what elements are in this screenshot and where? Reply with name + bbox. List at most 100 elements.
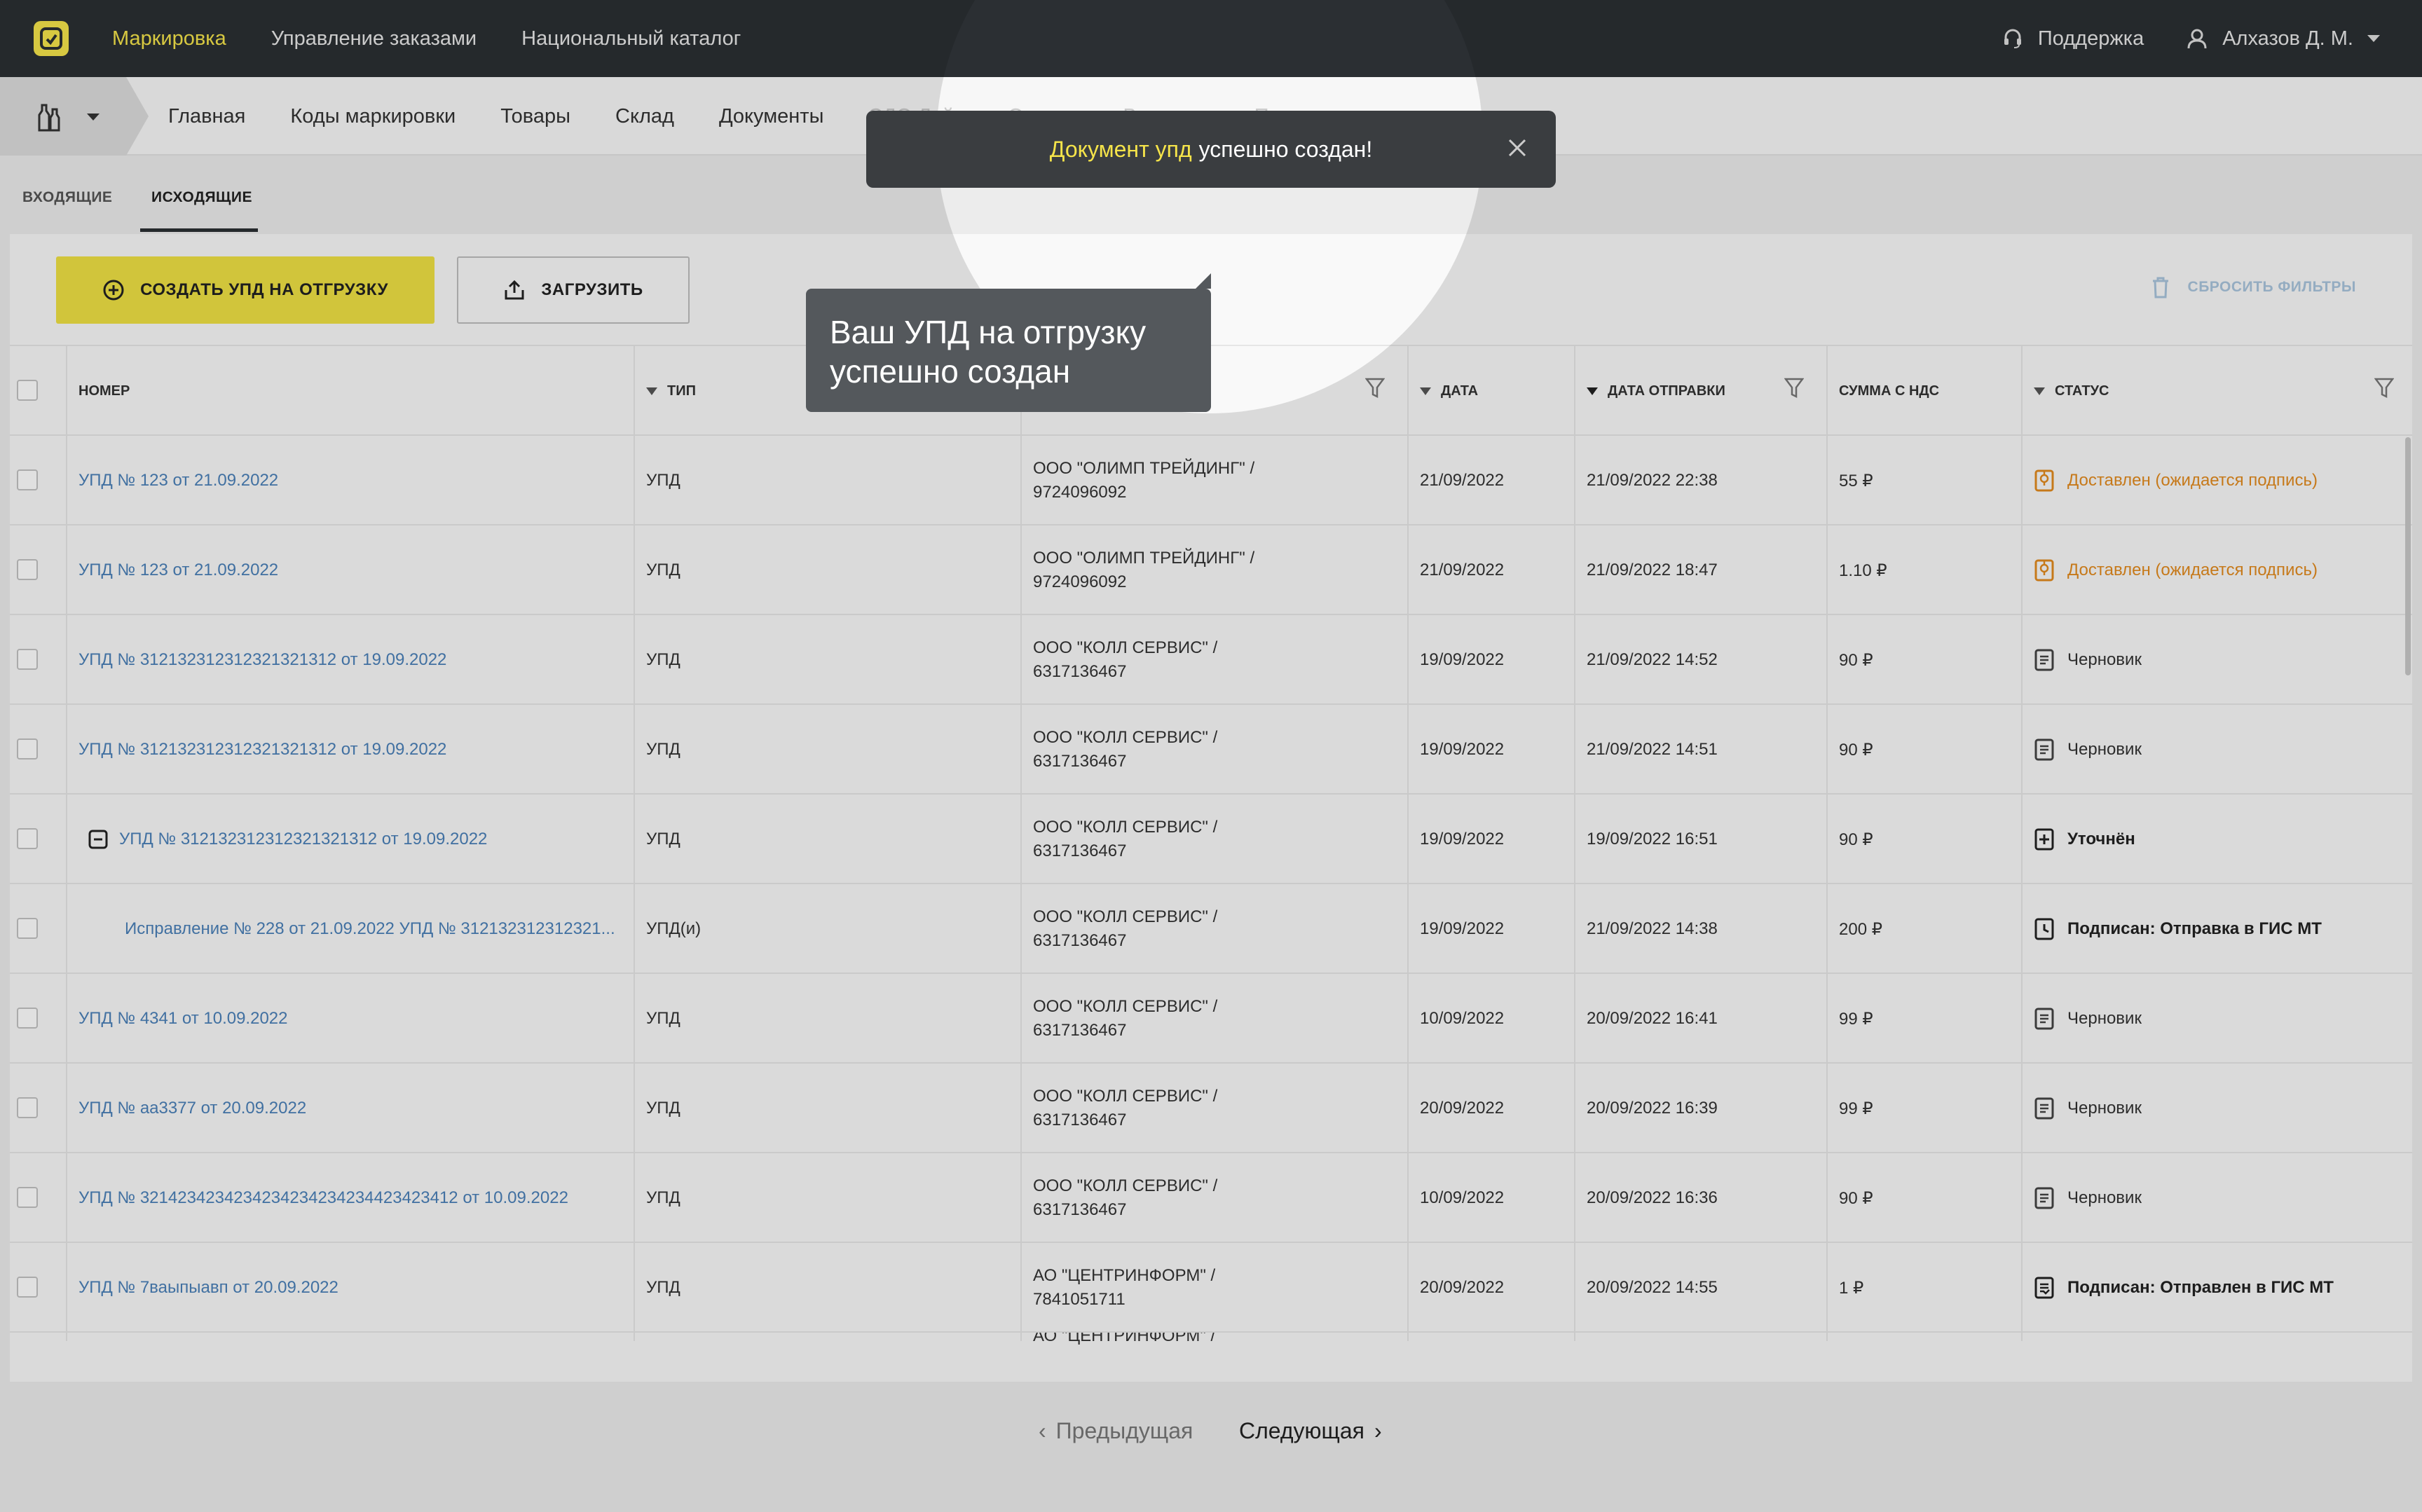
document-number-link[interactable]: УПД № 123 от 21.09.2022 xyxy=(78,436,278,525)
upload-icon xyxy=(505,280,524,300)
document-type: УПД xyxy=(646,1099,680,1118)
document-type: УПД xyxy=(646,650,680,669)
user-icon xyxy=(2187,29,2207,49)
status: Черновик xyxy=(2034,705,2142,795)
select-all-checkbox[interactable] xyxy=(17,380,38,401)
pagination: ‹ Предыдущая Следующая › xyxy=(0,1149,2422,1443)
sum-with-vat: 90 ₽ xyxy=(1839,650,1873,670)
table-row[interactable]: УПД № 123 от 21.09.2022 УПД ООО "ОЛИМП Т… xyxy=(10,525,2412,615)
sent-date: 20/09/2022 16:39 xyxy=(1587,1099,1718,1118)
close-icon[interactable] xyxy=(1507,137,1528,158)
collapse-icon[interactable] xyxy=(88,830,108,849)
trash-icon xyxy=(2152,277,2168,298)
upload-button[interactable]: ЗАГРУЗИТЬ xyxy=(457,256,690,324)
status: Черновик xyxy=(2034,1064,2142,1153)
status: Черновик xyxy=(2034,615,2142,705)
nav-marking-codes[interactable]: Коды маркировки xyxy=(290,105,456,128)
document-number-link[interactable]: УПД № аа3377 от 20.09.2022 xyxy=(78,1064,306,1153)
pending-signature-icon xyxy=(2034,469,2054,492)
row-checkbox[interactable] xyxy=(17,1097,38,1118)
counterparty: АО "ЦЕНТРИНФОРМ" / xyxy=(1033,1333,1216,1345)
status: Черновик xyxy=(2034,974,2142,1064)
sent-date: 21/09/2022 22:38 xyxy=(1587,471,1718,490)
top-nav-marking[interactable]: Маркировка xyxy=(112,27,226,50)
previous-page-button[interactable]: ‹ Предыдущая xyxy=(1039,1418,1193,1444)
sum-with-vat: 55 ₽ xyxy=(1839,471,1873,490)
document-number-link[interactable]: УПД № 312132312312321321312 от 19.09.202… xyxy=(88,795,487,884)
document-number-link[interactable]: УПД № 312132312312321321312 от 19.09.202… xyxy=(78,705,446,795)
create-upd-button[interactable]: СОЗДАТЬ УПД НА ОТГРУЗКУ xyxy=(56,256,435,324)
reset-filters-button[interactable]: СБРОСИТЬ ФИЛЬТРЫ xyxy=(2151,276,2356,298)
document-date: 21/09/2022 xyxy=(1420,471,1505,490)
nav-products[interactable]: Товары xyxy=(500,105,570,128)
page: Маркировка Управление заказами Националь… xyxy=(0,0,2422,1512)
counterparty: ООО "ОЛИМП ТРЕЙДИНГ" /9724096092 xyxy=(1033,549,1255,591)
document-number-link[interactable]: УПД № 123 от 21.09.2022 xyxy=(78,525,278,615)
tab-incoming[interactable]: ВХОДЯЩИЕ xyxy=(22,189,112,206)
product-switcher[interactable] xyxy=(0,77,149,156)
filter-icon[interactable] xyxy=(1784,377,1804,399)
document-number-link[interactable]: УПД № 4341 от 10.09.2022 xyxy=(78,974,288,1064)
filter-icon[interactable] xyxy=(1365,377,1385,399)
draft-icon xyxy=(2034,738,2054,761)
document-type: УПД xyxy=(646,830,680,848)
toast-document-link[interactable]: Документ упд xyxy=(1050,137,1192,163)
nav-warehouse[interactable]: Склад xyxy=(615,105,674,128)
row-checkbox[interactable] xyxy=(17,828,38,849)
success-toast: Документ упд успешно создан! xyxy=(866,111,1556,188)
sent-date: 21/09/2022 14:52 xyxy=(1587,650,1718,669)
table-row[interactable]: Исправление № 228 от 21.09.2022 УПД № 31… xyxy=(10,884,2412,974)
row-checkbox[interactable] xyxy=(17,1008,38,1029)
table-row[interactable]: УПД № 312132312312321321312 от 19.09.202… xyxy=(10,615,2412,705)
actions-bar: СОЗДАТЬ УПД НА ОТГРУЗКУ ЗАГРУЗИТЬ СБРОСИ… xyxy=(10,234,2412,346)
table-row[interactable]: УПД № 312132312312321321312 от 19.09.202… xyxy=(10,705,2412,795)
sum-with-vat: 99 ₽ xyxy=(1839,1009,1873,1029)
logo[interactable] xyxy=(34,21,69,56)
row-checkbox[interactable] xyxy=(17,918,38,939)
upload-label: ЗАГРУЗИТЬ xyxy=(541,280,643,299)
document-type: УПД xyxy=(646,1009,680,1028)
support-label: Поддержка xyxy=(2037,27,2144,50)
nav-home[interactable]: Главная xyxy=(168,105,245,128)
nav-documents[interactable]: Документы xyxy=(719,105,824,128)
row-checkbox[interactable] xyxy=(17,559,38,580)
column-header-sent-date[interactable]: ДАТА ОТПРАВКИ xyxy=(1587,346,1725,436)
sum-with-vat: 90 ₽ xyxy=(1839,740,1873,760)
column-header-type[interactable]: ТИП xyxy=(646,346,696,436)
column-header-date[interactable]: ДАТА xyxy=(1420,346,1478,436)
scrollbar[interactable] xyxy=(2405,437,2411,675)
top-nav-catalog[interactable]: Национальный каталог xyxy=(521,27,741,50)
draft-icon xyxy=(2034,649,2054,671)
status: Доставлен (ожидается подпись) xyxy=(2034,525,2318,615)
document-date: 20/09/2022 xyxy=(1420,1099,1505,1118)
document-number-link[interactable]: Исправление № 228 от 21.09.2022 УПД № 31… xyxy=(125,884,629,974)
tab-outgoing[interactable]: ИСХОДЯЩИЕ xyxy=(151,189,252,206)
table-row[interactable]: УПД № 312132312312321321312 от 19.09.202… xyxy=(10,795,2412,884)
corrected-icon xyxy=(2034,828,2054,851)
column-header-number[interactable]: НОМЕР xyxy=(78,346,130,436)
user-name: Алхазов Д. М. xyxy=(2222,27,2353,50)
document-number-link[interactable]: УПД № 312132312312321321312 от 19.09.202… xyxy=(78,615,446,705)
plus-circle-icon xyxy=(103,280,124,301)
column-header-status[interactable]: СТАТУС xyxy=(2034,346,2109,436)
reset-filters-label: СБРОСИТЬ ФИЛЬТРЫ xyxy=(2187,279,2356,295)
table-row[interactable]: УПД № 4341 от 10.09.2022 УПД ООО "КОЛЛ С… xyxy=(10,974,2412,1064)
top-nav-orders[interactable]: Управление заказами xyxy=(271,27,477,50)
active-tab-indicator xyxy=(140,228,258,232)
user-menu[interactable]: Алхазов Д. М. xyxy=(2186,27,2380,50)
row-checkbox[interactable] xyxy=(17,649,38,670)
filter-icon[interactable] xyxy=(2374,377,2394,399)
counterparty: ООО "КОЛЛ СЕРВИС" /6317136467 xyxy=(1033,1087,1218,1129)
table-row[interactable]: УПД № аа3377 от 20.09.2022 УПД ООО "КОЛЛ… xyxy=(10,1064,2412,1153)
chevron-down-icon xyxy=(87,114,100,121)
bottles-icon xyxy=(38,104,60,132)
column-header-sum[interactable]: СУММА С НДС xyxy=(1839,346,1939,436)
sum-with-vat: 200 ₽ xyxy=(1839,919,1882,939)
row-checkbox[interactable] xyxy=(17,469,38,490)
next-page-button[interactable]: Следующая › xyxy=(1239,1418,1382,1444)
sent-date: 19/09/2022 16:51 xyxy=(1587,830,1718,848)
status: Доставлен (ожидается подпись) xyxy=(2034,436,2318,525)
row-checkbox[interactable] xyxy=(17,738,38,760)
table-row[interactable]: УПД № 123 от 21.09.2022 УПД ООО "ОЛИМП Т… xyxy=(10,436,2412,525)
support-link[interactable]: Поддержка xyxy=(2002,27,2144,50)
